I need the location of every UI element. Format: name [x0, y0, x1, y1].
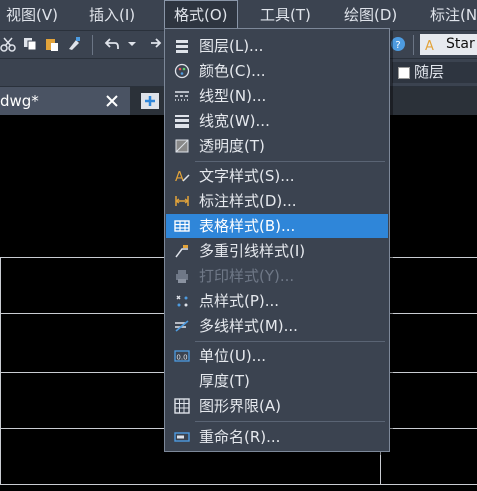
menu-item-rename[interactable]: 重命名(R)...: [166, 425, 388, 449]
menu-item-table-style[interactable]: 表格样式(B)...: [166, 214, 388, 238]
menu-item-label: 图层(L)...: [199, 37, 264, 55]
palette-icon: [174, 63, 190, 79]
dimension-style-icon: [175, 196, 189, 206]
table-line: [0, 484, 477, 485]
menu-item-label: 颜色(C)...: [199, 62, 266, 80]
table-line: [0, 257, 1, 485]
transparency-icon: [175, 139, 189, 153]
menu-insert[interactable]: 插入(I): [89, 0, 135, 30]
menu-format[interactable]: 格式(O): [164, 0, 238, 30]
drawing-limits-icon: [174, 398, 190, 414]
cut-icon[interactable]: [0, 36, 16, 52]
menu-tools[interactable]: 工具(T): [260, 0, 311, 30]
new-tab-icon[interactable]: [141, 93, 159, 109]
menu-item-label: 多重引线样式(I): [199, 242, 306, 260]
svg-text:A: A: [175, 170, 184, 184]
menu-item-plot-style: 打印样式(Y)...: [166, 264, 388, 288]
menu-item-linetype[interactable]: 线型(N)...: [166, 84, 388, 108]
menu-item-label: 打印样式(Y)...: [199, 267, 295, 285]
plot-style-icon: [176, 270, 188, 283]
menu-item-point-style[interactable]: 点样式(P)...: [166, 289, 388, 313]
menu-item-label: 重命名(R)...: [199, 428, 281, 446]
menu-item-label: 表格样式(B)...: [199, 217, 296, 235]
menu-item-transparency[interactable]: 透明度(T): [166, 134, 388, 158]
menu-item-label: 线宽(W)...: [199, 112, 270, 130]
multiline-style-icon: [175, 320, 189, 332]
menu-dimension[interactable]: 标注(N: [430, 0, 477, 30]
menu-item-multileader-style[interactable]: 多重引线样式(I): [166, 239, 388, 263]
menu-item-units[interactable]: 0.0 单位(U)...: [166, 344, 388, 368]
table-line: [380, 448, 381, 484]
menu-draw[interactable]: 绘图(D): [344, 0, 397, 30]
menu-item-label: 多线样式(M)...: [199, 317, 298, 335]
toolbar-separator: [92, 35, 93, 55]
menu-item-label: 线型(N)...: [199, 87, 267, 105]
svg-text:0.0: 0.0: [176, 354, 187, 362]
table-style-icon: [174, 220, 190, 232]
paste-icon[interactable]: [44, 36, 60, 52]
menu-item-label: 单位(U)...: [199, 347, 266, 365]
rename-icon: [174, 432, 190, 442]
menu-item-layer[interactable]: 图层(L)...: [166, 34, 388, 58]
menu-separator: [195, 161, 385, 162]
text-style-icon: A: [175, 170, 190, 184]
menu-item-lineweight[interactable]: 线宽(W)...: [166, 109, 388, 133]
menu-item-color[interactable]: 颜色(C)...: [166, 59, 388, 83]
svg-text:A: A: [425, 39, 434, 53]
menu-item-label: 标注样式(D)...: [199, 192, 297, 210]
menu-item-multiline-style[interactable]: 多线样式(M)...: [166, 314, 388, 338]
menu-item-dimension-style[interactable]: 标注样式(D)...: [166, 189, 388, 213]
close-icon[interactable]: [104, 93, 120, 109]
document-tab[interactable]: dwg*: [0, 87, 130, 115]
text-style-value: Star: [446, 36, 475, 52]
menu-item-label: 图形界限(A): [199, 397, 281, 415]
format-menu-dropdown: 图层(L)... 颜色(C)... 线型(N)... 线宽(W)... 透明度(…: [164, 28, 390, 452]
redo-icon[interactable]: [146, 36, 162, 52]
layer-property-dropdown[interactable]: 随层: [392, 62, 477, 83]
menu-item-label: 厚度(T): [199, 372, 250, 390]
menu-separator: [195, 421, 385, 422]
menu-item-thickness[interactable]: 厚度(T): [166, 369, 388, 393]
layer-property-value: 随层: [414, 63, 445, 81]
menu-item-label: 透明度(T): [199, 137, 265, 155]
menu-bar: 视图(V) 插入(I) 格式(O) 工具(T) 绘图(D) 标注(N: [0, 0, 477, 31]
point-style-icon: [176, 295, 188, 307]
chevron-down-icon[interactable]: [124, 36, 140, 52]
menu-view[interactable]: 视图(V): [6, 0, 58, 30]
color-swatch: [398, 67, 410, 79]
multileader-style-icon: [175, 245, 188, 258]
match-properties-icon[interactable]: [66, 36, 82, 52]
layers-icon: [176, 40, 188, 53]
linetype-icon: [175, 91, 189, 101]
copy-icon[interactable]: [22, 36, 38, 52]
toolbar-separator: [413, 35, 414, 55]
text-style-icon: A: [425, 39, 434, 53]
menu-item-label: 文字样式(S)...: [199, 167, 295, 185]
help-icon[interactable]: ?: [390, 36, 406, 52]
menu-item-drawing-limits[interactable]: 图形界限(A): [166, 394, 388, 418]
svg-text:?: ?: [395, 40, 400, 51]
lineweight-icon: [175, 115, 189, 128]
menu-item-label: 点样式(P)...: [199, 292, 280, 310]
menu-separator: [195, 341, 385, 342]
menu-item-text-style[interactable]: A 文字样式(S)...: [166, 164, 388, 188]
document-tab-title: dwg*: [0, 92, 39, 110]
undo-icon[interactable]: [104, 36, 120, 52]
units-icon: 0.0: [174, 350, 190, 362]
